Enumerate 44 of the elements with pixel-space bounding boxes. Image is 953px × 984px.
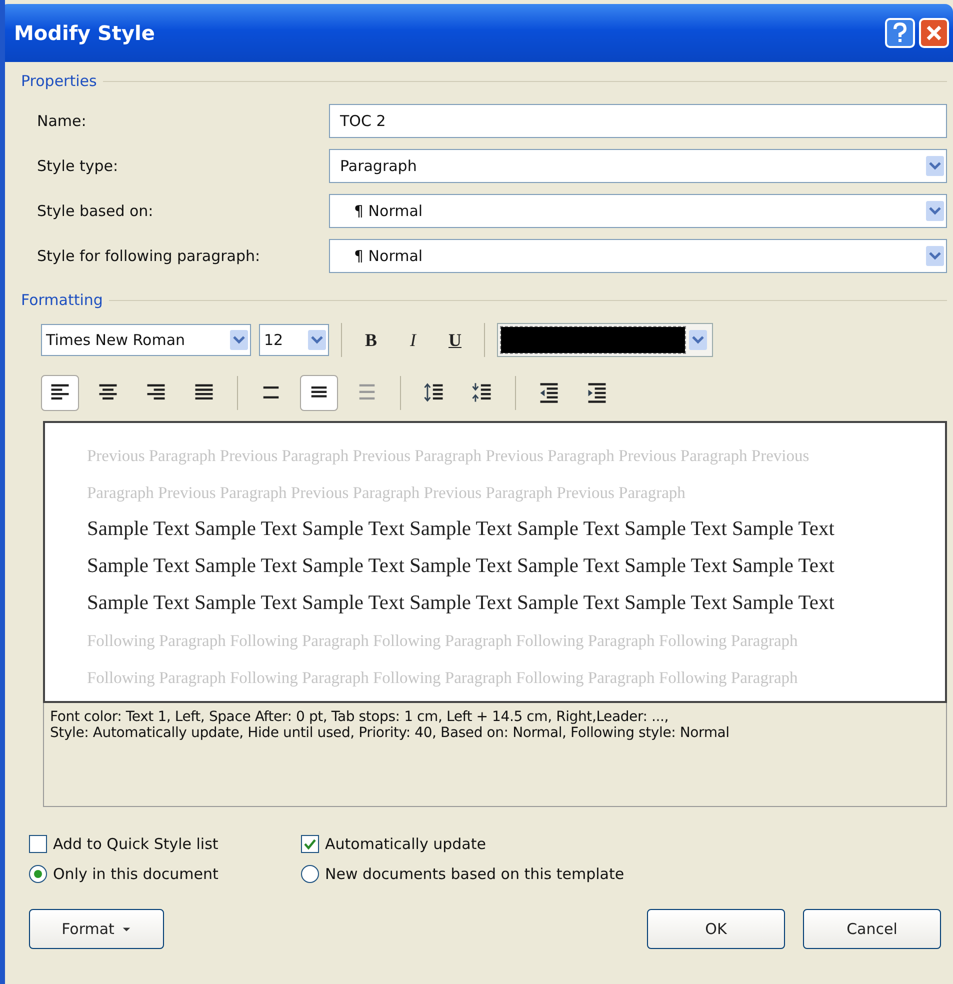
font-color-dropdown[interactable] bbox=[497, 323, 713, 357]
radio-label: Only in this document bbox=[53, 865, 218, 883]
window-title: Modify Style bbox=[14, 21, 156, 45]
indent-increase-icon bbox=[586, 381, 608, 405]
section-legend: Properties bbox=[21, 72, 97, 90]
field-label: Style for following paragraph: bbox=[37, 247, 262, 265]
checkbox[interactable] bbox=[29, 835, 47, 853]
section-legend: Formatting bbox=[21, 291, 103, 309]
field-label: Name: bbox=[37, 112, 88, 130]
dropdown-field[interactable]: Paragraph bbox=[329, 149, 947, 183]
font-size-dropdown[interactable]: 12 bbox=[259, 324, 329, 356]
close-icon[interactable] bbox=[919, 18, 949, 48]
checkbox[interactable] bbox=[301, 835, 319, 853]
italic-button[interactable]: I bbox=[396, 324, 430, 356]
description-text: Font color: Text 1, Left, Space After: 0 pt, Tab stops: 1 cm, Left + 14.5 cm, Right,Leader: ..., bbox=[50, 709, 670, 725]
font-dropdown[interactable]: Times New Roman bbox=[41, 324, 251, 356]
help-icon[interactable] bbox=[885, 18, 915, 48]
bold-button[interactable]: B bbox=[354, 324, 388, 356]
dropdown-field[interactable]: ¶ Normal bbox=[329, 239, 947, 273]
checkbox-label: Add to Quick Style list bbox=[53, 835, 218, 853]
field-label: Style based on: bbox=[37, 202, 154, 220]
preview-text: Sample Text Sample Text Sample Text Sample Text Sample Text Sample Text Sample Text bbox=[87, 517, 836, 542]
ok-button[interactable]: OK bbox=[647, 909, 785, 949]
caret-icon bbox=[122, 924, 132, 934]
preview-text: Following Paragraph Following Paragraph Following Paragraph Following Paragraph Following Paragraph bbox=[87, 667, 799, 689]
cancel-button[interactable]: Cancel bbox=[803, 909, 941, 949]
preview-text: Previous Paragraph Previous Paragraph Previous Paragraph Previous Paragraph Previous Paragraph Previous bbox=[87, 445, 810, 467]
underline-button[interactable]: U bbox=[438, 324, 472, 356]
radio-button[interactable] bbox=[29, 865, 47, 883]
format-menu-button[interactable]: Format bbox=[29, 909, 164, 949]
dropdown-field[interactable]: ¶ Normal bbox=[329, 194, 947, 228]
input-field[interactable]: TOC 2 bbox=[329, 104, 947, 138]
align-left-button[interactable] bbox=[41, 375, 79, 411]
preview-text: Following Paragraph Following Paragraph Following Paragraph Following Paragraph Following Paragraph bbox=[87, 630, 799, 652]
preview-text: Paragraph Previous Paragraph Previous Paragraph Previous Paragraph Previous Paragraph bbox=[87, 482, 686, 504]
preview-text: Sample Text Sample Text Sample Text Sample Text Sample Text Sample Text Sample Text bbox=[87, 554, 836, 579]
field-label: Style type: bbox=[37, 157, 120, 175]
radio-label: New documents based on this template bbox=[325, 865, 624, 883]
description-text: Style: Automatically update, Hide until used, Priority: 40, Based on: Normal, Following style: Normal bbox=[50, 725, 730, 741]
radio-button[interactable] bbox=[301, 865, 319, 883]
one-half-spacing-button[interactable] bbox=[300, 375, 338, 411]
checkbox-label: Automatically update bbox=[325, 835, 486, 853]
indent-decrease-icon bbox=[538, 381, 560, 405]
preview-text: Sample Text Sample Text Sample Text Sample Text Sample Text Sample Text Sample Text bbox=[87, 591, 836, 616]
